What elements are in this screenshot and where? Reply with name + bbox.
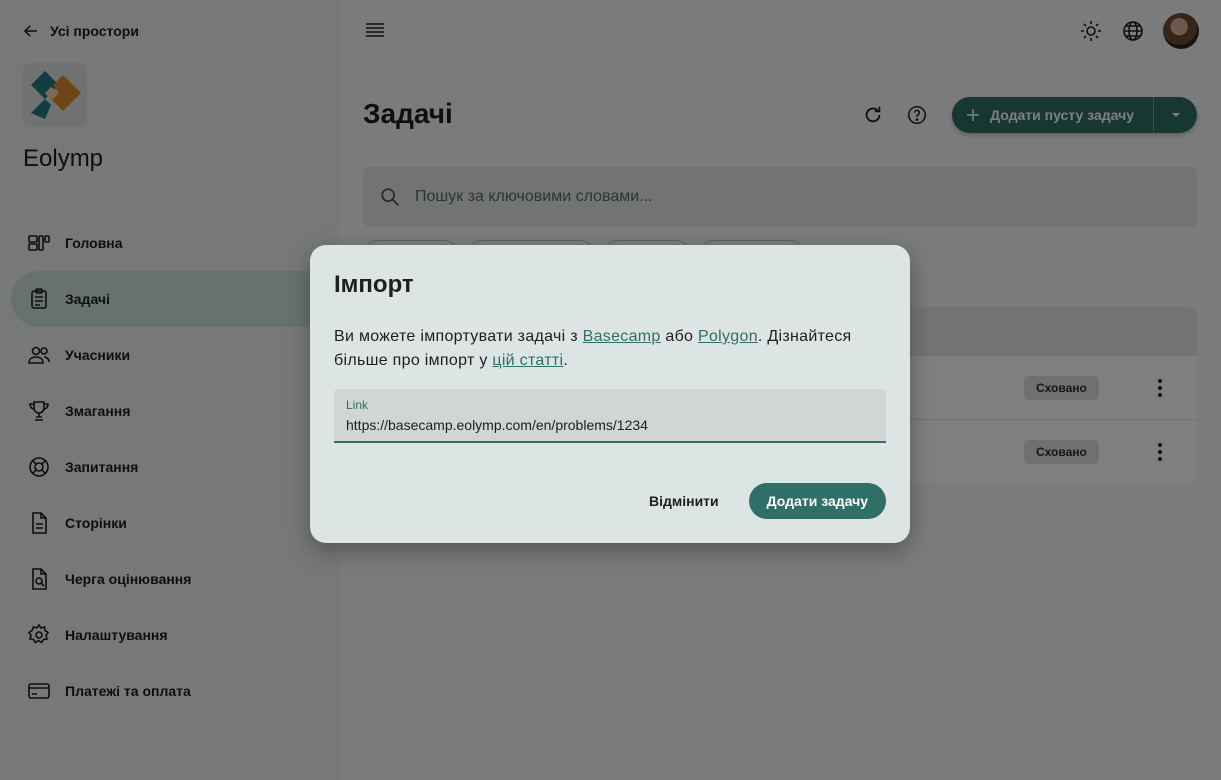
text-mid: або bbox=[660, 328, 698, 345]
text-end: . bbox=[563, 352, 569, 369]
polygon-link[interactable]: Polygon bbox=[698, 328, 758, 345]
import-dialog: Імпорт Ви можете імпортувати задачі з Ba… bbox=[310, 245, 910, 543]
article-link[interactable]: цій статті bbox=[492, 352, 563, 369]
basecamp-link[interactable]: Basecamp bbox=[583, 328, 661, 345]
dialog-actions: Відмінити Додати задачу bbox=[631, 483, 886, 519]
cancel-button[interactable]: Відмінити bbox=[631, 483, 737, 519]
text-before: Ви можете імпортувати задачі з bbox=[334, 328, 583, 345]
dialog-description: Ви можете імпортувати задачі з Basecamp … bbox=[334, 325, 894, 373]
link-field: Link bbox=[334, 389, 886, 443]
add-problem-button[interactable]: Додати задачу bbox=[748, 483, 886, 519]
dialog-title: Імпорт bbox=[334, 271, 414, 298]
link-field-label: Link bbox=[346, 398, 369, 412]
link-input[interactable] bbox=[346, 417, 876, 433]
